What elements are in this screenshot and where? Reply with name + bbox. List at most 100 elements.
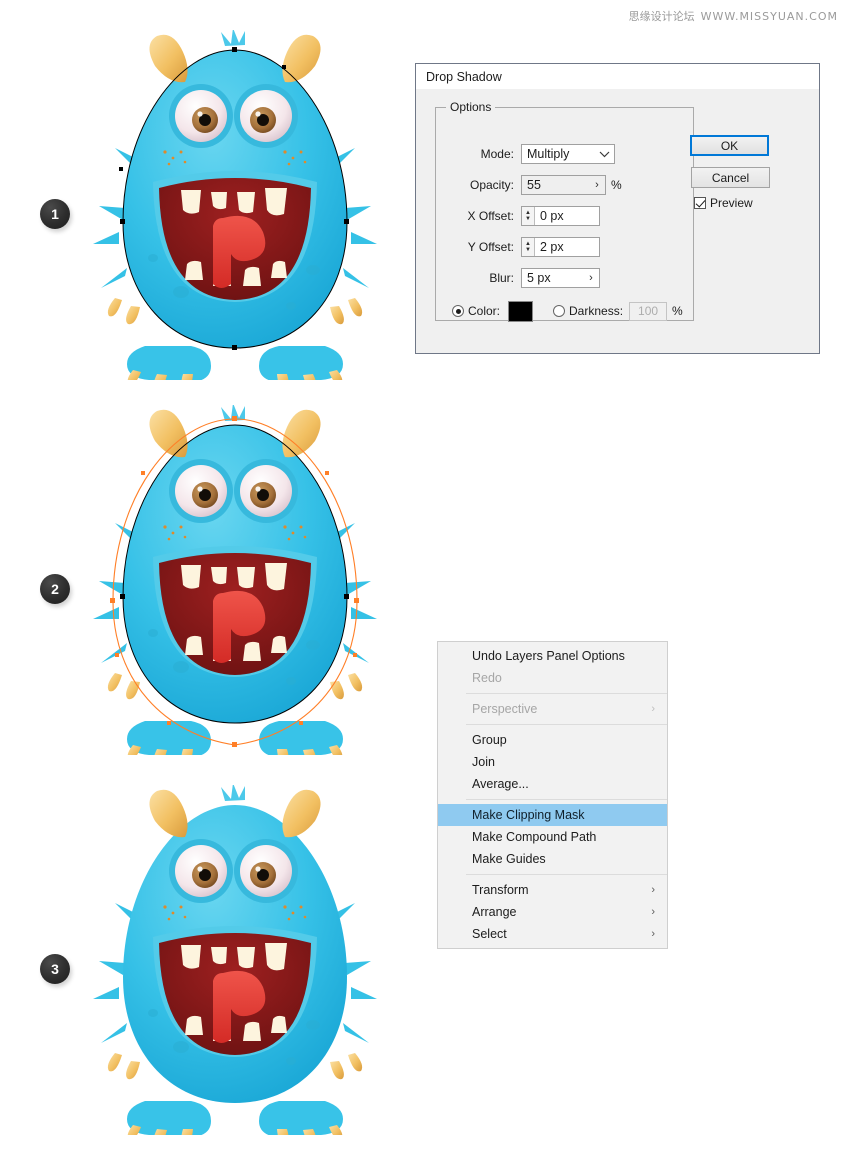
menu-item-perspective: Perspective › [438, 698, 667, 720]
spinner-arrows-icon-y[interactable]: ▲ ▼ [522, 238, 535, 256]
monster-svg-2 [93, 405, 377, 755]
monster-svg-1 [93, 30, 377, 380]
menu-item-average[interactable]: Average... [438, 773, 667, 795]
menu-item-join[interactable]: Join [438, 751, 667, 773]
menu-item-make-compound-path[interactable]: Make Compound Path [438, 826, 667, 848]
menu-item-label: Undo Layers Panel Options [472, 649, 625, 663]
preview-checkbox[interactable] [694, 197, 706, 209]
menu-item-label: Select [472, 927, 507, 941]
preview-row[interactable]: Preview [694, 196, 753, 210]
step-badge-1-number: 1 [51, 206, 59, 222]
menu-item-label: Join [472, 755, 495, 769]
menu-item-label: Group [472, 733, 507, 747]
color-darkness-row: Color: Darkness: 100 % [452, 300, 683, 322]
step-badge-2: 2 [40, 574, 70, 604]
menu-item-make-guides[interactable]: Make Guides [438, 848, 667, 870]
darkness-unit: % [672, 304, 683, 318]
menu-item-undo-layers-panel-options[interactable]: Undo Layers Panel Options [438, 645, 667, 667]
darkness-label: Darkness: [569, 304, 624, 318]
color-radio[interactable] [452, 305, 464, 317]
options-group-legend: Options [446, 100, 496, 114]
horn-right-1 [282, 34, 321, 83]
monster-body-group-3 [93, 785, 377, 1135]
opacity-input[interactable]: 55 › [521, 175, 606, 195]
monster-svg-3 [93, 785, 377, 1135]
menu-item-label: Redo [472, 671, 502, 685]
monster-illustration-step-1 [85, 30, 385, 380]
opacity-row: Opacity: 55 › % [454, 175, 622, 195]
chevron-right-icon-opacity[interactable]: › [589, 176, 605, 194]
menu-item-redo: Redo [438, 667, 667, 689]
y-offset-input[interactable]: ▲ ▼ 2 px [521, 237, 600, 257]
step-badge-3: 3 [40, 954, 70, 984]
darkness-radio[interactable] [553, 305, 566, 317]
chevron-right-icon-blur[interactable]: › [583, 269, 599, 287]
spinner-arrows-icon-x[interactable]: ▲ ▼ [522, 207, 535, 225]
menu-item-make-clipping-mask[interactable]: Make Clipping Mask [438, 804, 667, 826]
step-badge-2-number: 2 [51, 581, 59, 597]
menu-separator [466, 874, 667, 875]
menu-item-label: Average... [472, 777, 529, 791]
color-swatch[interactable] [508, 300, 534, 322]
menu-item-select[interactable]: Select › [438, 923, 667, 945]
menu-item-label: Transform [472, 883, 529, 897]
darkness-input: 100 [629, 301, 668, 321]
horn-right-3 [282, 789, 321, 838]
menu-item-label: Make Clipping Mask [472, 808, 585, 822]
eye-right-1 [234, 84, 298, 148]
head-tuft-1 [221, 30, 245, 46]
drop-shadow-dialog: Drop Shadow Options Mode: Multiply Opaci… [415, 63, 820, 354]
cancel-button[interactable]: Cancel [691, 167, 770, 188]
menu-item-transform[interactable]: Transform › [438, 879, 667, 901]
blur-input[interactable]: 5 px › [521, 268, 600, 288]
watermark-url-text: WWW.MISSYUAN.COM [700, 10, 838, 23]
step-badge-3-number: 3 [51, 961, 59, 977]
chevron-down-icon[interactable] [594, 145, 614, 163]
y-offset-value: 2 px [540, 240, 564, 254]
ok-button[interactable]: OK [690, 135, 769, 156]
color-label: Color: [468, 304, 501, 318]
dialog-title: Drop Shadow [426, 69, 502, 84]
horn-left-1 [149, 34, 188, 83]
menu-item-arrange[interactable]: Arrange › [438, 901, 667, 923]
menu-item-group[interactable]: Group [438, 729, 667, 751]
blur-label: Blur: [489, 271, 514, 285]
x-offset-value: 0 px [540, 209, 564, 223]
menu-item-label: Make Compound Path [472, 830, 597, 844]
chevron-right-icon: › [651, 906, 655, 918]
horn-left-3 [149, 789, 188, 838]
mode-combobox[interactable]: Multiply [521, 144, 615, 164]
y-offset-row: Y Offset: ▲ ▼ 2 px [454, 237, 600, 257]
x-offset-row: X Offset: ▲ ▼ 0 px [454, 206, 600, 226]
menu-item-label: Make Guides [472, 852, 546, 866]
blur-row: Blur: 5 px › [454, 268, 600, 288]
preview-label: Preview [710, 196, 753, 210]
step-badge-1: 1 [40, 199, 70, 229]
monster-illustration-step-3 [85, 785, 385, 1135]
y-offset-label: Y Offset: [467, 240, 514, 254]
menu-item-label: Perspective [472, 702, 538, 716]
eye-right-2 [234, 459, 298, 523]
opacity-label: Opacity: [469, 178, 514, 192]
mode-label: Mode: [480, 147, 514, 161]
x-offset-input[interactable]: ▲ ▼ 0 px [521, 206, 600, 226]
darkness-value: 100 [638, 304, 659, 318]
context-menu: Undo Layers Panel Options Redo Perspective… [437, 641, 668, 949]
watermark-cn-text: 思缘设计论坛 [628, 10, 695, 23]
menu-separator [466, 724, 667, 725]
monster-illustration-step-2 [85, 405, 385, 755]
chevron-right-icon: › [651, 884, 655, 896]
opacity-value: 55 [522, 178, 589, 192]
eye-right-3 [234, 839, 298, 903]
monster-body-group-1 [93, 30, 377, 380]
menu-separator [466, 693, 667, 694]
mode-row: Mode: Multiply [454, 144, 615, 164]
blur-value: 5 px [522, 271, 583, 285]
dialog-titlebar: Drop Shadow [416, 64, 819, 90]
opacity-unit: % [611, 178, 622, 192]
chevron-right-icon: › [651, 703, 655, 715]
chevron-right-icon: › [651, 928, 655, 940]
x-offset-label: X Offset: [467, 209, 514, 223]
monster-body-group-2 [93, 405, 377, 755]
eye-left-2 [169, 459, 233, 523]
